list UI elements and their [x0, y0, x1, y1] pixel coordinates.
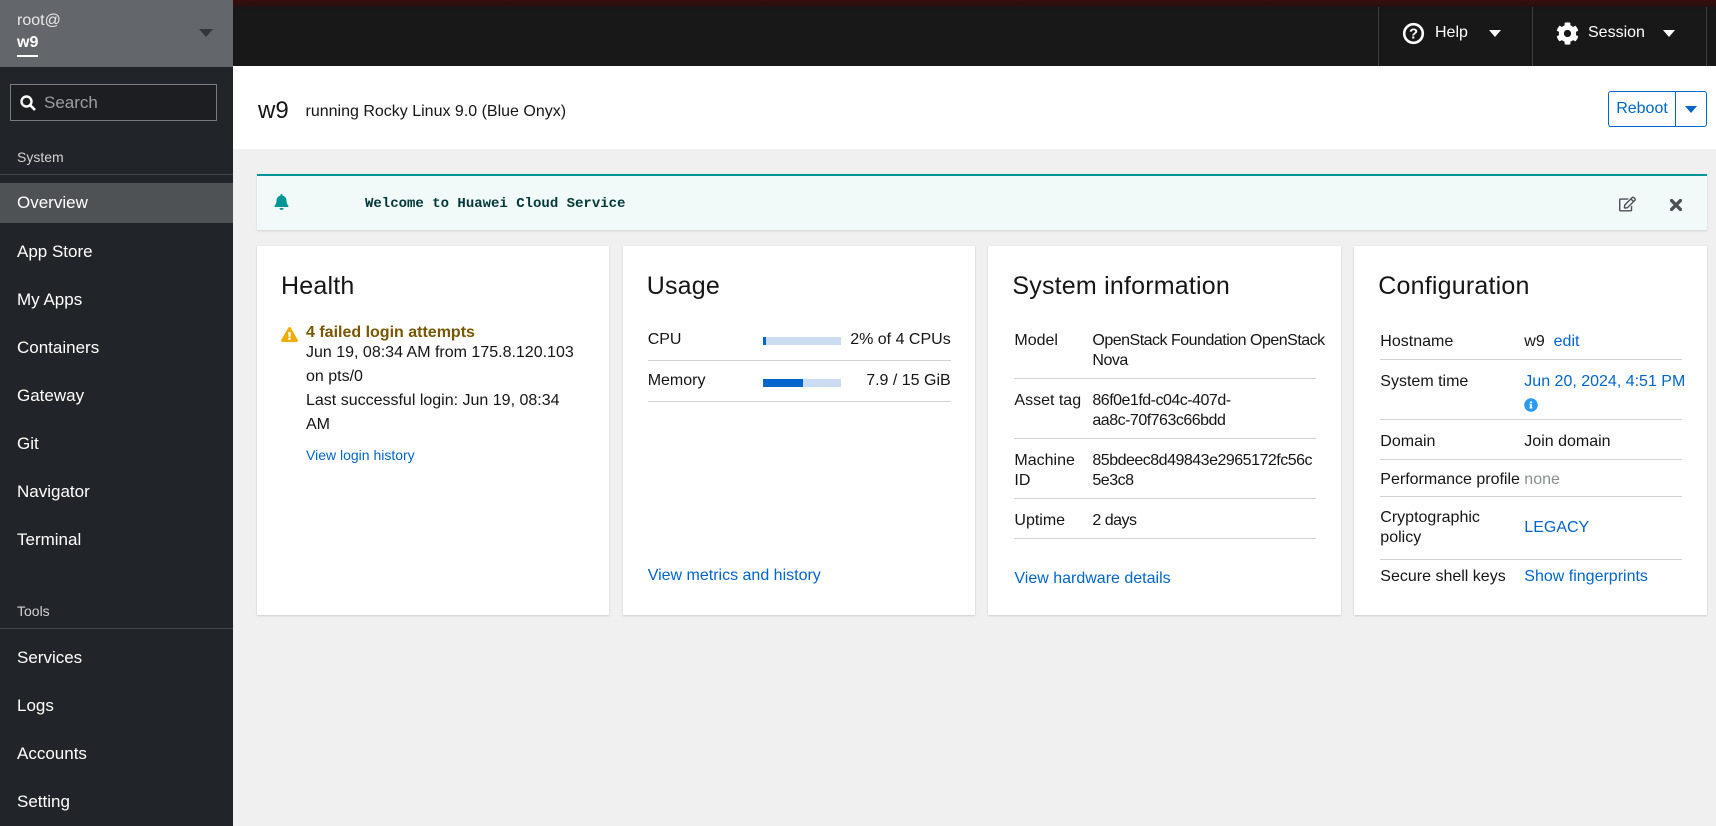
svg-text:?: ?	[1409, 26, 1418, 42]
